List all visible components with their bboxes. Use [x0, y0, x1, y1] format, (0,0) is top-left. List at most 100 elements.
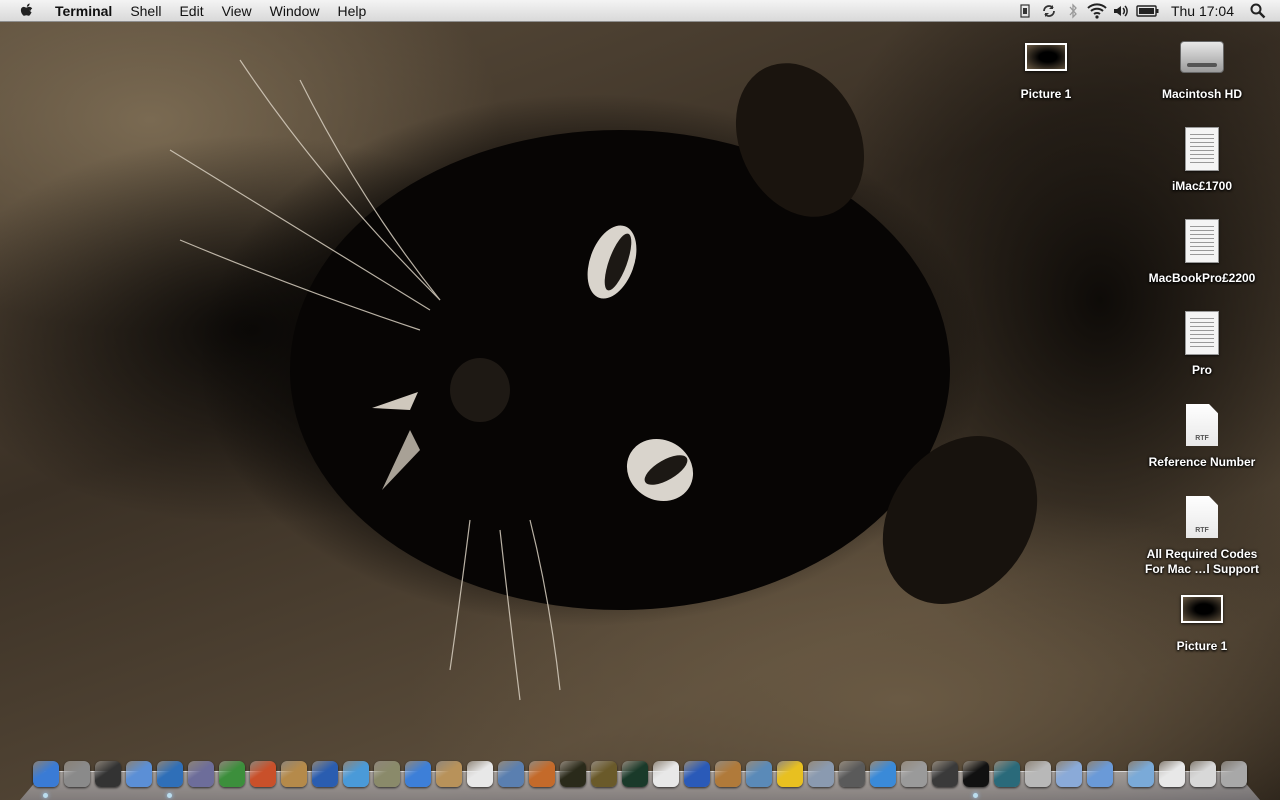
itunes-icon-glyph [342, 761, 369, 787]
applications-folder-icon-glyph [1127, 761, 1154, 787]
boot-camp-icon[interactable] [836, 758, 867, 790]
menu-shell[interactable]: Shell [121, 0, 170, 22]
menu-help[interactable]: Help [328, 0, 375, 22]
menu-window[interactable]: Window [261, 0, 329, 22]
network-utility-icon[interactable] [154, 758, 185, 798]
photo-icon-glyph [1055, 761, 1082, 787]
system-preferences-icon-glyph [63, 761, 90, 787]
menu-view[interactable]: View [213, 0, 261, 22]
garageband-icon[interactable] [712, 758, 743, 790]
network-utility-icon-glyph [156, 761, 183, 787]
ical-icon[interactable] [464, 758, 495, 790]
system-preferences-icon[interactable] [61, 758, 92, 790]
imovie-icon[interactable] [371, 758, 402, 790]
rtf-badge: RTF [1195, 527, 1209, 534]
trash-icon[interactable] [1218, 758, 1249, 790]
migration-assistant-icon[interactable] [805, 758, 836, 790]
downloads-stack-icon[interactable] [1187, 758, 1218, 790]
spotlight-icon[interactable] [1246, 0, 1270, 22]
applications-folder-icon[interactable] [1125, 758, 1156, 790]
instruments-icon-glyph [931, 761, 958, 787]
desktop-icon-reference-number[interactable]: RTF Reference Number [1137, 401, 1267, 470]
system-profiler-icon-glyph [900, 761, 927, 787]
wallpaper-cat-illustration [169, 59, 1038, 701]
address-book-icon[interactable] [433, 758, 464, 790]
menu-edit[interactable]: Edit [170, 0, 212, 22]
printer-icon-glyph [1024, 761, 1051, 787]
finder-icon-glyph [32, 761, 59, 787]
activity-monitor-icon[interactable] [619, 758, 650, 790]
ichat-icon-glyph [404, 761, 431, 787]
photo-booth-icon-glyph [249, 761, 276, 787]
disk-utility-icon[interactable] [588, 758, 619, 790]
rtf-badge: RTF [1195, 435, 1209, 442]
preview-icon[interactable] [123, 758, 154, 790]
desktop-icon-label: iMac£1700 [1171, 179, 1233, 193]
trash-icon-glyph [1220, 761, 1247, 787]
rtf-document-icon: RTF [1186, 496, 1218, 538]
time-machine-icon[interactable] [991, 758, 1022, 790]
image-capture-icon[interactable] [278, 758, 309, 790]
console-icon[interactable] [557, 758, 588, 790]
battery-status-icon[interactable] [1013, 0, 1037, 22]
disk-utility-icon-glyph [590, 761, 617, 787]
finder-icon[interactable] [30, 758, 61, 798]
desktop-icon-imac-1700[interactable]: iMac£1700 [1137, 125, 1267, 194]
system-profiler-icon[interactable] [898, 758, 929, 790]
bluetooth-utility-icon[interactable] [681, 758, 712, 790]
console-warning-icon-glyph [776, 761, 803, 787]
menubar-clock[interactable]: Thu 17:04 [1163, 0, 1246, 22]
grapher-icon[interactable] [216, 758, 247, 790]
automator-icon[interactable] [743, 758, 774, 790]
itunes-icon[interactable] [340, 758, 371, 790]
bluetooth-icon[interactable] [1061, 0, 1085, 22]
ical-icon-glyph [466, 761, 493, 787]
console-warning-icon[interactable] [774, 758, 805, 790]
instruments-icon[interactable] [929, 758, 960, 790]
migration-assistant-icon-glyph [807, 761, 834, 787]
printer-icon[interactable] [1022, 758, 1053, 790]
photo-booth-icon[interactable] [247, 758, 278, 790]
volume-icon[interactable] [1109, 0, 1133, 22]
sync-icon[interactable] [1037, 0, 1061, 22]
aperture-icon-glyph [528, 761, 555, 787]
aperture-icon[interactable] [526, 758, 557, 790]
photo-icon[interactable] [1053, 758, 1084, 790]
desktop-icon-picture-1-second[interactable]: Picture 1 [1137, 585, 1267, 654]
iphoto-icon[interactable] [495, 758, 526, 790]
terminal-icon[interactable] [960, 758, 991, 798]
rtf-document-icon: RTF [1186, 404, 1218, 446]
desktop-icon-macbookpro-2200[interactable]: MacBookPro£2200 [1137, 217, 1267, 286]
address-book-icon-glyph [435, 761, 462, 787]
ichat-icon[interactable] [402, 758, 433, 790]
dashboard-icon[interactable] [92, 758, 123, 790]
imovie-icon-glyph [373, 761, 400, 787]
safari-icon[interactable] [867, 758, 898, 790]
preview-icon-glyph [125, 761, 152, 787]
script-editor-icon[interactable] [185, 758, 216, 790]
desktop-icon-label: MacBookPro£2200 [1148, 271, 1256, 285]
dvd-player-icon-glyph [311, 761, 338, 787]
desktop-icon-macintosh-hd[interactable]: Macintosh HD [1137, 33, 1267, 102]
menu-bar: Terminal Shell Edit View Window Help Thu… [0, 0, 1280, 22]
desktop-icon-label: Reference Number [1148, 455, 1256, 469]
menu-app-terminal[interactable]: Terminal [46, 0, 121, 22]
dvd-player-icon[interactable] [309, 758, 340, 790]
terminal-icon-glyph [962, 761, 989, 787]
documents-stack-icon[interactable] [1156, 758, 1187, 790]
desktop-icon-pro[interactable]: Pro [1137, 309, 1267, 378]
desktop-icon-label: All Required Codes For Mac …l Support [1145, 547, 1259, 576]
network-icon[interactable] [1084, 758, 1115, 790]
desktop-icon-all-required-codes[interactable]: RTF All Required Codes For Mac …l Suppor… [1137, 493, 1267, 577]
desktop-icon-picture-1[interactable]: Picture 1 [981, 33, 1111, 102]
apple-menu-icon[interactable] [16, 0, 38, 22]
activity-monitor-icon-glyph [621, 761, 648, 787]
script-editor-icon-glyph [187, 761, 214, 787]
textedit-icon-glyph [652, 761, 679, 787]
image-capture-icon-glyph [280, 761, 307, 787]
wifi-icon[interactable] [1085, 0, 1109, 22]
desktop-icon-label: Pro [1191, 363, 1212, 377]
battery-icon[interactable] [1133, 0, 1163, 22]
bluetooth-utility-icon-glyph [683, 761, 710, 787]
textedit-icon[interactable] [650, 758, 681, 790]
